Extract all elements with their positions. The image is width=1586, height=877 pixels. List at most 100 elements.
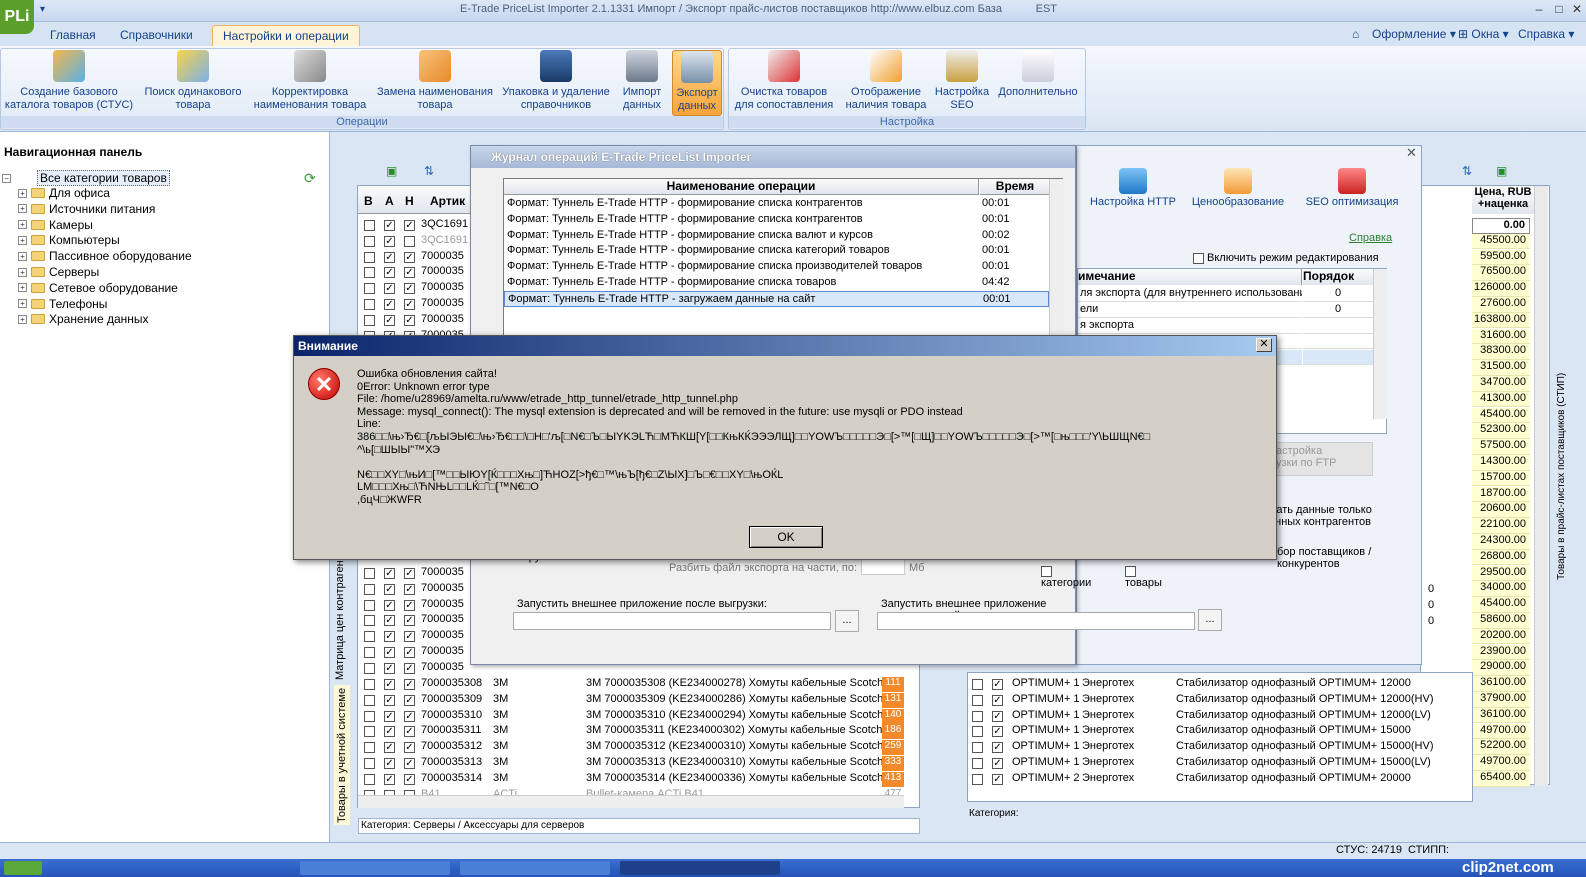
menu-appearance[interactable]: Оформление ▾ — [1372, 27, 1456, 41]
collapse-icon[interactable]: − — [2, 173, 11, 183]
ok-button[interactable]: OK — [749, 526, 823, 548]
row-checkbox[interactable] — [364, 267, 375, 279]
row-checkbox[interactable]: ✓ — [404, 742, 415, 754]
row-checkbox[interactable]: ✓ — [404, 599, 415, 611]
row-checkbox[interactable]: ✓ — [384, 758, 395, 769]
split-size-input[interactable] — [861, 559, 905, 575]
format-note[interactable]: я экспорта — [1078, 319, 1302, 334]
row-checkbox[interactable]: ✓ — [384, 267, 395, 279]
tab-price-matrix[interactable]: Матрица цен контраген — [334, 560, 346, 680]
taskbar-item[interactable] — [460, 861, 610, 875]
journal-row[interactable]: Формат: Туннель E-Trade HTTP - формирова… — [504, 243, 1049, 259]
tree-item[interactable]: + Источники питания — [18, 202, 155, 216]
row-checkbox[interactable]: ✓ — [384, 726, 395, 738]
price-header[interactable]: Цена, RUB +наценка — [1472, 186, 1534, 214]
tab-supplier-pricelists[interactable]: Товары в прайс-листах поставщиков (СТИП) — [1556, 310, 1567, 580]
show-availability-button[interactable]: Отображение наличия товара — [842, 50, 930, 112]
run-after-browse[interactable]: ... — [835, 610, 859, 632]
tree-item[interactable]: + Компьютеры — [18, 233, 120, 247]
row-checkbox[interactable]: ✓ — [992, 710, 1003, 722]
row-checkbox[interactable]: ✓ — [384, 220, 395, 231]
tree-item[interactable]: + Телефоны — [18, 297, 107, 311]
additional-button[interactable]: Дополнительно — [994, 50, 1082, 99]
row-checkbox[interactable]: ✓ — [384, 283, 395, 295]
taskbar-item[interactable] — [300, 861, 450, 875]
create-catalog-button[interactable]: Создание базового каталога товаров (СТУС… — [2, 50, 136, 112]
row-checkbox[interactable] — [364, 679, 375, 690]
tree-item[interactable]: + Серверы — [18, 265, 99, 279]
row-checkbox[interactable]: ✓ — [384, 694, 395, 706]
col-a[interactable]: А — [385, 194, 394, 208]
row-checkbox[interactable] — [364, 299, 375, 310]
category-checkbox[interactable]: категории — [1041, 565, 1091, 589]
journal-row[interactable]: Формат: Туннель E-Trade HTTP - формирова… — [504, 212, 1049, 228]
pricing-button[interactable]: Ценообразование — [1183, 168, 1293, 214]
row-checkbox[interactable]: ✓ — [404, 251, 415, 263]
row-checkbox[interactable]: ✓ — [384, 314, 395, 326]
expand-icon[interactable]: + — [18, 251, 27, 261]
row-checkbox[interactable] — [364, 568, 375, 579]
row-checkbox[interactable] — [972, 694, 983, 706]
row-checkbox[interactable]: ✓ — [384, 599, 395, 611]
journal-row[interactable]: Формат: Туннель E-Trade HTTP - формирова… — [504, 259, 1049, 275]
format-note[interactable]: ля экспорта (для внутреннего использован… — [1078, 287, 1302, 302]
row-checkbox[interactable] — [972, 726, 983, 738]
expand-icon[interactable]: + — [18, 204, 27, 214]
row-checkbox[interactable] — [364, 220, 375, 231]
import-data-button[interactable]: Импорт данных — [616, 50, 668, 112]
row-checkbox[interactable]: ✓ — [404, 583, 415, 595]
refresh-icon[interactable]: ⟳ — [304, 170, 316, 187]
row-checkbox[interactable]: ✓ — [404, 710, 415, 722]
row-checkbox[interactable] — [364, 583, 375, 595]
tree-item[interactable]: + Хранение данных — [18, 312, 149, 326]
menu-help[interactable]: Справка ▾ — [1518, 27, 1574, 41]
row-checkbox[interactable]: ✓ — [384, 235, 395, 247]
seo-settings-button[interactable]: Настройка SEO — [932, 50, 992, 112]
row-checkbox[interactable]: ✓ — [404, 631, 415, 643]
tree-item[interactable]: + Пассивное оборудование — [18, 249, 192, 263]
run-after-batch-input[interactable] — [877, 612, 1195, 630]
row-checkbox[interactable]: ✓ — [384, 251, 395, 263]
expand-icon[interactable]: + — [18, 299, 27, 309]
row-checkbox[interactable] — [364, 599, 375, 611]
col-v[interactable]: В — [364, 194, 373, 208]
edit-mode-checkbox[interactable]: Включить режим редактирования — [1193, 252, 1379, 264]
row-checkbox[interactable]: ✓ — [384, 679, 395, 690]
tab-system-products[interactable]: Товары в учетной системе — [334, 685, 350, 825]
row-checkbox[interactable]: ✓ — [404, 647, 415, 658]
row-checkbox[interactable] — [364, 235, 375, 247]
sort-icon[interactable]: ⇅ — [424, 164, 434, 178]
expand-icon[interactable]: + — [18, 267, 27, 277]
row-checkbox[interactable] — [364, 283, 375, 295]
row-checkbox[interactable]: ✓ — [404, 299, 415, 310]
row-checkbox[interactable]: ✓ — [404, 267, 415, 279]
row-checkbox[interactable] — [364, 758, 375, 769]
row-checkbox[interactable] — [364, 314, 375, 326]
row-checkbox[interactable]: ✓ — [384, 615, 395, 627]
taskbar-item-active[interactable] — [620, 861, 780, 875]
tab-references[interactable]: Справочники — [110, 25, 203, 46]
row-checkbox[interactable] — [364, 726, 375, 738]
row-checkbox[interactable] — [972, 710, 983, 722]
col-order[interactable]: Порядок — [1303, 269, 1373, 285]
tab-settings-operations[interactable]: Настройки и операции — [212, 25, 360, 46]
row-checkbox[interactable]: ✓ — [992, 679, 1003, 690]
row-checkbox[interactable]: ✓ — [992, 758, 1003, 769]
quick-access-icon[interactable]: ▾ — [40, 4, 45, 15]
row-checkbox[interactable] — [972, 773, 983, 785]
h-scrollbar[interactable] — [358, 795, 904, 808]
row-checkbox[interactable]: ✓ — [992, 773, 1003, 785]
up-icon[interactable]: ⌂ — [1352, 27, 1359, 41]
row-checkbox[interactable]: ✓ — [404, 694, 415, 706]
clean-products-button[interactable]: Очистка товаров для сопоставления — [732, 50, 836, 112]
start-button[interactable] — [4, 861, 42, 875]
row-checkbox[interactable]: ✓ — [992, 726, 1003, 738]
row-checkbox[interactable]: ✓ — [384, 299, 395, 310]
menu-windows[interactable]: ⊞ Окна ▾ — [1458, 27, 1509, 41]
correct-name-button[interactable]: Корректировка наименования товара — [250, 50, 370, 112]
row-checkbox[interactable]: ✓ — [404, 662, 415, 674]
row-checkbox[interactable]: ✓ — [992, 694, 1003, 706]
row-checkbox[interactable]: ✓ — [384, 742, 395, 754]
format-note[interactable]: ели — [1078, 303, 1302, 318]
journal-row[interactable]: Формат: Туннель E-Trade HTTP - формирова… — [504, 275, 1049, 291]
